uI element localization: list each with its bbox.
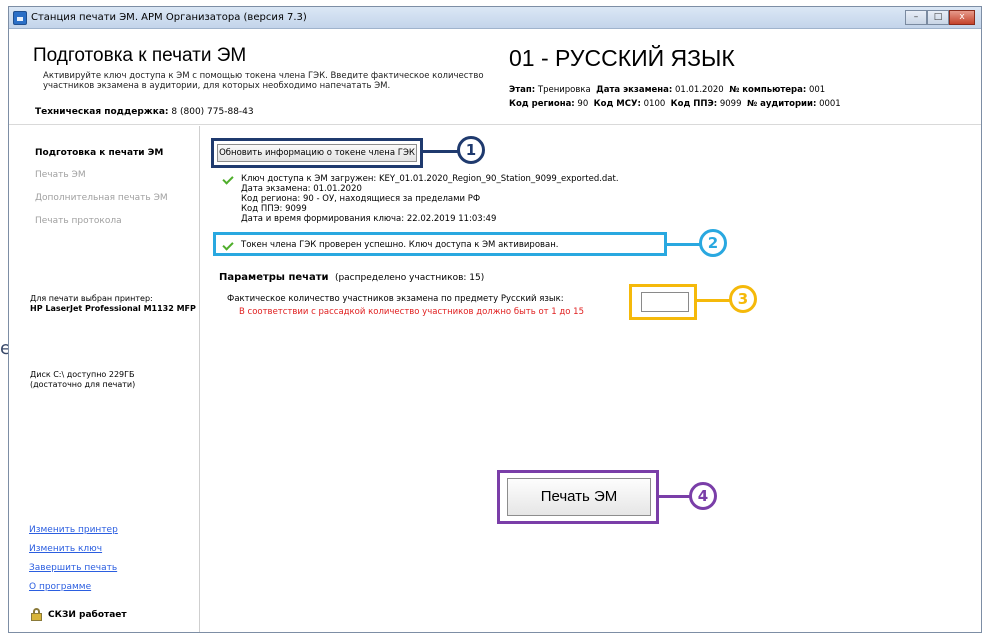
app-window: Станция печати ЭМ. АРМ Организатора (вер… [8, 6, 982, 633]
marker-connector-2 [667, 243, 701, 246]
support-label: Техническая поддержка: [35, 107, 169, 117]
key-info: Ключ доступа к ЭМ загружен: KEY_01.01.20… [241, 174, 619, 224]
sidebar-item-extra-print[interactable]: Дополнительная печать ЭМ [35, 193, 168, 203]
ppe-label: Код ППЭ: [670, 99, 718, 109]
check-icon [222, 173, 234, 185]
msu-value: 0100 [643, 99, 666, 109]
computer-label: № компьютера: [729, 85, 807, 95]
subject-title: 01 - РУССКИЙ ЯЗЫК [509, 45, 735, 71]
sidebar: Подготовка к печати ЭМ Печать ЭМ Дополни… [9, 126, 200, 632]
key-ppe: Код ППЭ: 9099 [241, 204, 307, 214]
marker-connector-4 [659, 495, 691, 498]
params-title: Параметры печати (распределено участнико… [219, 272, 484, 283]
crypto-status-label: СКЗИ работает [48, 609, 127, 620]
exam-meta-row-2: Код региона: 90 Код МСУ: 0100 Код ППЭ: 9… [509, 99, 841, 109]
params-distributed: (распределено участников: 15) [334, 273, 485, 283]
key-exam-date: Дата экзамена: 01.01.2020 [241, 184, 362, 194]
main-content: Обновить информацию о токене члена ГЭК 1… [201, 126, 983, 632]
crypto-status: СКЗИ работает [31, 608, 127, 621]
count-label: Фактическое количество участников экзаме… [227, 294, 564, 304]
page-title: Подготовка к печати ЭМ [33, 45, 247, 66]
support-phone: 8 (800) 775-88-43 [171, 107, 254, 117]
print-em-button[interactable]: Печать ЭМ [507, 478, 651, 516]
marker-connector-1 [423, 150, 459, 153]
params-heading: Параметры печати [219, 272, 329, 283]
marker-4: 4 [689, 482, 717, 510]
change-key-link[interactable]: Изменить ключ [29, 544, 102, 554]
window-title: Станция печати ЭМ. АРМ Организатора (вер… [31, 12, 307, 23]
printer-app-icon [13, 11, 27, 25]
printer-info: Для печати выбран принтер: HP LaserJet P… [30, 294, 196, 314]
header: Подготовка к печати ЭМ Активируйте ключ … [9, 29, 981, 125]
disk-info: Диск C:\ доступно 229ГБ (достаточно для … [30, 370, 135, 390]
exam-date-value: 01.01.2020 [675, 85, 724, 95]
description-line: участников экзамена в аудитории, для кот… [43, 81, 391, 91]
printer-label: Для печати выбран принтер: [30, 294, 153, 303]
ppe-value: 9099 [719, 99, 742, 109]
sidebar-item-print[interactable]: Печать ЭМ [35, 170, 86, 180]
disk-status: (достаточно для печати) [30, 380, 136, 389]
msu-label: Код МСУ: [593, 99, 641, 109]
refresh-token-button[interactable]: Обновить информацию о токене члена ГЭК [217, 144, 417, 162]
marker-3: 3 [729, 285, 757, 313]
maximize-button[interactable]: □ [927, 10, 949, 25]
region-value: 90 [577, 99, 589, 109]
participants-count-input[interactable] [641, 292, 689, 312]
window-controls: – □ x [905, 10, 975, 25]
exam-meta-row-1: Этап: Тренировка Дата экзамена: 01.01.20… [509, 85, 825, 95]
disk-space: Диск C:\ доступно 229ГБ [30, 370, 135, 379]
title-bar[interactable]: Станция печати ЭМ. АРМ Организатора (вер… [9, 7, 981, 29]
finish-print-link[interactable]: Завершить печать [29, 563, 117, 573]
printer-name: HP LaserJet Professional M1132 MFP [30, 304, 196, 313]
count-hint: В соответствии с рассадкой количество уч… [239, 307, 585, 317]
key-loaded-text: Ключ доступа к ЭМ загружен: KEY_01.01.20… [241, 174, 619, 184]
description-line: Активируйте ключ доступа к ЭМ с помощью … [43, 71, 484, 81]
change-printer-link[interactable]: Изменить принтер [29, 525, 118, 535]
marker-2: 2 [699, 229, 727, 257]
sidebar-item-prepare[interactable]: Подготовка к печати ЭМ [35, 148, 163, 158]
stage-label: Этап: [509, 85, 536, 95]
stage-value: Тренировка [537, 85, 591, 95]
marker-connector-3 [697, 299, 731, 302]
close-button[interactable]: x [949, 10, 975, 25]
exam-date-label: Дата экзамена: [596, 85, 673, 95]
page-description: Активируйте ключ доступа к ЭМ с помощью … [43, 71, 513, 91]
support-info: Техническая поддержка: 8 (800) 775-88-43 [35, 107, 254, 117]
computer-value: 001 [808, 85, 826, 95]
room-label: № аудитории: [746, 99, 817, 109]
region-label: Код региона: [509, 99, 575, 109]
key-created: Дата и время формирования ключа: 22.02.2… [241, 214, 497, 224]
about-link[interactable]: О программе [29, 582, 91, 592]
lock-icon [31, 608, 42, 621]
token-ok-text: Токен члена ГЭК проверен успешно. Ключ д… [241, 240, 559, 250]
key-region: Код региона: 90 - ОУ, находящиеся за пре… [241, 194, 481, 204]
marker-1: 1 [457, 136, 485, 164]
sidebar-item-protocol[interactable]: Печать протокола [35, 216, 122, 226]
room-value: 0001 [819, 99, 841, 109]
minimize-button[interactable]: – [905, 10, 927, 25]
